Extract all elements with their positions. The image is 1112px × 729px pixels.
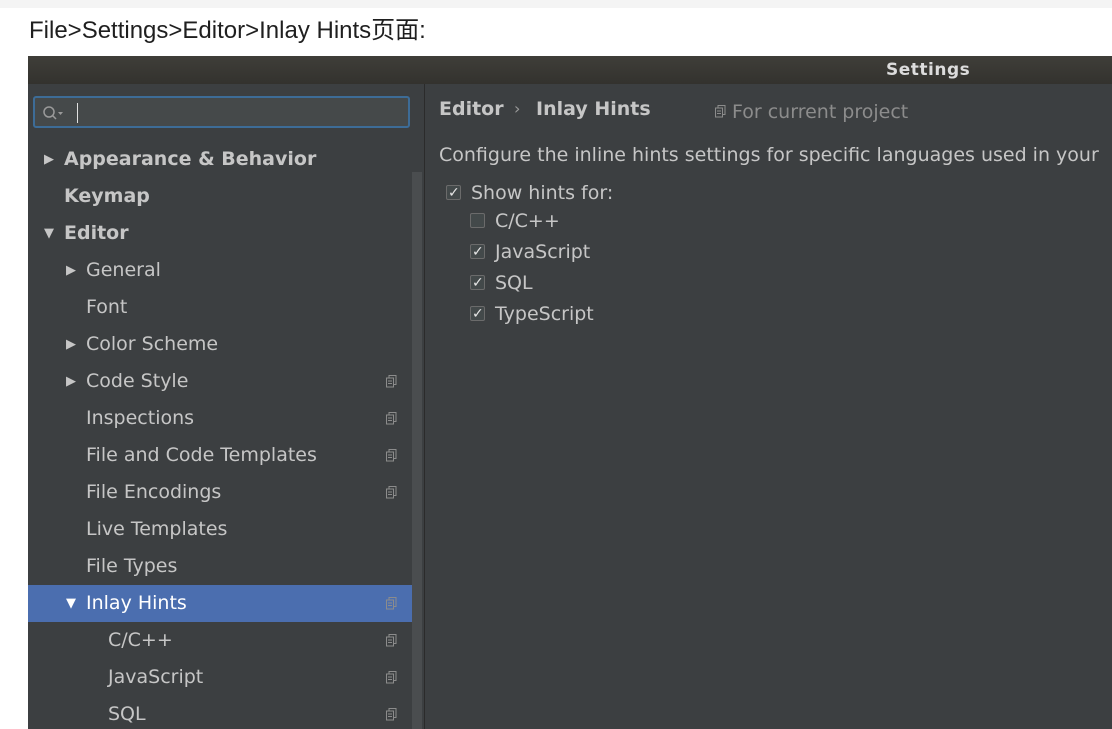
checkbox-label: TypeScript [495,303,594,325]
copy-icon [386,412,397,425]
checkbox-box[interactable]: ✓ [446,185,461,201]
breadcrumb-editor[interactable]: Editor [439,94,504,124]
checkbox-box[interactable]: ✓ [470,244,485,260]
sidebar-item-file-types[interactable]: File Types [28,548,422,585]
settings-content: Editor › Inlay Hints For current project… [425,84,1112,729]
checkmark-icon: ✓ [472,306,484,322]
sidebar-item-font[interactable]: Font [28,289,422,326]
breadcrumb-inlay-hints: Inlay Hints [536,98,651,120]
settings-window: Settings ▶ Appearance & Behavior Keymap ▼ Ed… [28,56,1112,729]
checkbox-box[interactable]: ✓ [470,275,485,291]
expand-arrow-icon[interactable]: ▶ [66,326,76,363]
sidebar-item-color-scheme[interactable]: ▶ Color Scheme [28,326,422,363]
sidebar-item-c-c[interactable]: C/C++ [28,622,422,659]
title-bar: Settings [28,56,1112,84]
checkbox-box[interactable] [470,213,485,228]
copy-icon [386,597,397,610]
sidebar-item-appearance-behavior[interactable]: ▶ Appearance & Behavior [28,141,422,178]
copy-icon [715,105,726,118]
breadcrumb-separator: › [514,99,521,118]
sidebar-item-label: General [86,259,161,281]
sidebar-item-label: File Types [86,555,178,577]
copy-icon [386,375,397,388]
search-icon[interactable] [41,104,65,122]
checkbox-label: C/C++ [495,210,560,232]
copy-icon [386,634,397,647]
checkbox-label: Show hints for: [471,182,614,204]
sidebar-item-inspections[interactable]: Inspections [28,400,422,437]
settings-sidebar: ▶ Appearance & Behavior Keymap ▼ Editor ▶ Gene… [28,84,424,729]
sidebar-item-live-templates[interactable]: Live Templates [28,511,422,548]
sidebar-item-label: Inlay Hints [86,592,187,614]
copy-icon [386,449,397,462]
sidebar-item-label: Editor [64,222,129,244]
sidebar-item-label: Font [86,296,128,318]
inlay-hints-description: Configure the inline hints settings for … [439,144,1099,166]
sidebar-item-label: Appearance & Behavior [64,148,317,170]
sidebar-item-file-and-code-templates[interactable]: File and Code Templates [28,437,422,474]
checkbox-label: SQL [495,272,533,294]
checkmark-icon: ✓ [448,185,460,201]
sidebar-item-label: Code Style [86,370,189,392]
checkmark-icon: ✓ [472,275,484,291]
collapse-arrow-icon[interactable]: ▼ [66,585,76,622]
expand-arrow-icon[interactable]: ▶ [66,252,76,289]
checkmark-icon: ✓ [472,244,484,260]
sidebar-item-label: Color Scheme [86,333,219,355]
sidebar-item-label: File Encodings [86,481,222,503]
window-title: Settings [886,60,971,80]
expand-arrow-icon[interactable]: ▶ [44,141,54,178]
sidebar-item-label: Keymap [64,185,150,207]
sidebar-item-general[interactable]: ▶ General [28,252,422,289]
sidebar-item-label: Live Templates [86,518,228,540]
collapse-arrow-icon[interactable]: ▼ [44,215,54,252]
page-top-border [0,0,1112,8]
sidebar-item-javascript[interactable]: JavaScript [28,659,422,696]
sidebar-item-code-style[interactable]: ▶ Code Style [28,363,422,400]
text-caret [77,103,78,123]
sidebar-item-label: File and Code Templates [86,444,317,466]
sidebar-item-label: JavaScript [108,666,204,688]
page-caption: File>Settings>Editor>Inlay Hints页面: [29,17,426,44]
scrollbar[interactable] [412,172,422,729]
sidebar-item-keymap[interactable]: Keymap [28,178,422,215]
sidebar-item-inlay-hints[interactable]: ▼ Inlay Hints [28,585,422,622]
sidebar-item-label: C/C++ [108,629,173,651]
sidebar-item-label: SQL [108,703,146,725]
copy-icon [386,671,397,684]
sidebar-item-sql[interactable]: SQL [28,696,422,729]
expand-arrow-icon[interactable]: ▶ [66,363,76,400]
sidebar-item-editor[interactable]: ▼ Editor [28,215,422,252]
sidebar-item-label: Inspections [86,407,195,429]
search-input[interactable] [33,96,410,128]
copy-icon [386,708,397,721]
copy-icon [386,486,397,499]
checkbox-box[interactable]: ✓ [470,306,485,322]
sidebar-item-file-encodings[interactable]: File Encodings [28,474,422,511]
checkbox-label: JavaScript [495,241,591,263]
for-current-project-label: For current project [732,101,909,123]
